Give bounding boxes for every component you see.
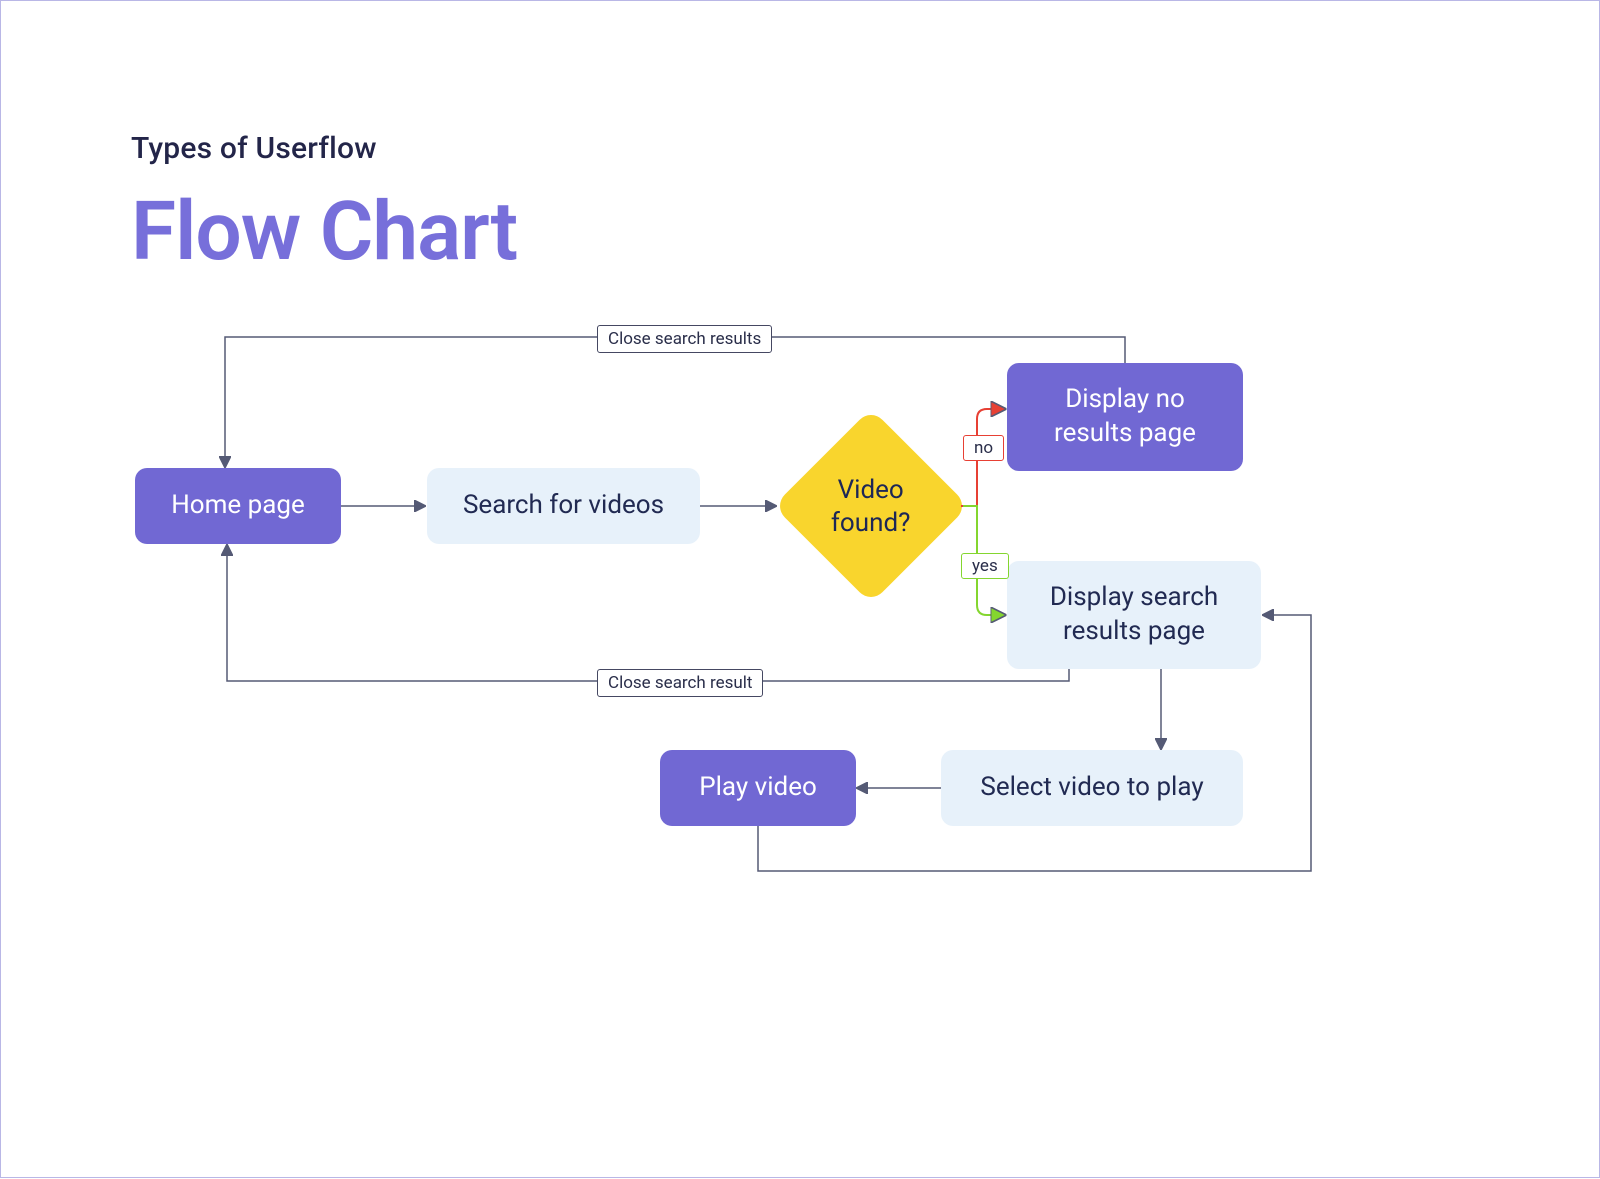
edge-label-yes: yes	[961, 553, 1009, 579]
edge-label-no: no	[963, 435, 1004, 461]
edge-label-close-bottom: Close search result	[597, 669, 763, 697]
edge-label-close-top: Close search results	[597, 325, 772, 353]
flowchart-canvas: Home page Search for videos Video found?…	[1, 1, 1600, 1179]
flowchart-connectors	[1, 1, 1600, 1179]
